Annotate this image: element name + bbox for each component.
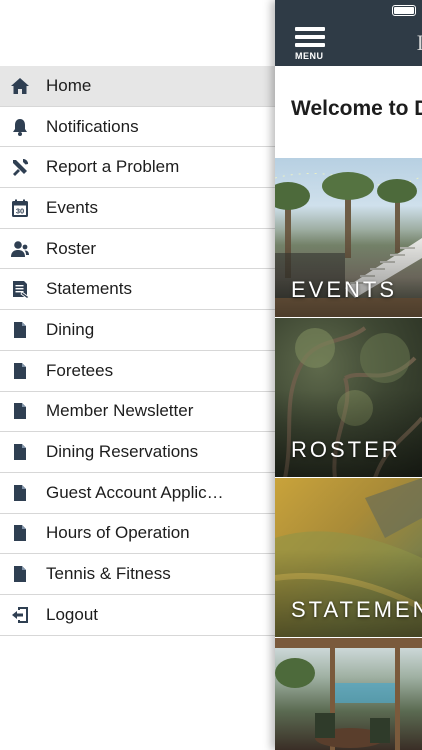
menu-item-label: Roster (46, 238, 97, 258)
main-panel: MENU I Welcome to D EVENTS ROSTER STATEM… (275, 0, 422, 750)
calendar-day-text: 30 (16, 206, 24, 215)
side-menu: Home Notifications Report a Problem 30 E… (0, 0, 275, 750)
menu-item-dining[interactable]: Dining (0, 310, 275, 351)
menu-item-label: Guest Account Applic… (46, 482, 224, 502)
events-tile-label: EVENTS (291, 277, 398, 302)
menu-item-report-problem[interactable]: Report a Problem (0, 147, 275, 189)
document-icon (10, 320, 30, 340)
dining-tile[interactable] (275, 637, 422, 750)
hamburger-bar (295, 43, 325, 47)
statements-tile-label: STATEMEN (291, 597, 422, 622)
document-icon (10, 483, 30, 503)
menu-item-notifications[interactable]: Notifications (0, 106, 275, 148)
menu-button-label: MENU (295, 51, 324, 61)
menu-item-label: Events (46, 197, 98, 217)
people-icon (10, 239, 30, 259)
menu-item-label: Home (46, 75, 92, 95)
menu-list: Home Notifications Report a Problem 30 E… (0, 66, 275, 636)
menu-item-tennis-fitness[interactable]: Tennis & Fitness (0, 554, 275, 595)
hamburger-icon (295, 27, 325, 31)
statements-tile[interactable]: STATEMEN (275, 477, 422, 637)
menu-item-events[interactable]: 30 Events (0, 188, 275, 229)
events-tile[interactable]: EVENTS (275, 157, 422, 317)
battery-icon (392, 5, 416, 16)
menu-item-label: Notifications (46, 116, 139, 136)
menu-item-logout[interactable]: Logout (0, 594, 275, 636)
menu-item-guest-account[interactable]: Guest Account Applic… (0, 472, 275, 514)
hamburger-bar (295, 35, 325, 39)
menu-item-label: Foretees (46, 360, 114, 380)
document-icon (10, 564, 30, 584)
top-bar: MENU I (275, 0, 422, 66)
menu-item-label: Member Newsletter (46, 401, 194, 421)
menu-item-foretees[interactable]: Foretees (0, 350, 275, 392)
calendar-icon: 30 (10, 198, 30, 218)
menu-item-statements[interactable]: Statements (0, 269, 275, 311)
menu-button[interactable]: MENU (291, 25, 331, 61)
menu-item-roster[interactable]: Roster (0, 228, 275, 270)
menu-item-label: Logout (46, 604, 98, 624)
logout-icon (10, 605, 30, 625)
roster-tile-label: ROSTER (291, 437, 401, 462)
document-icon (10, 401, 30, 421)
document-icon (10, 523, 30, 543)
statement-icon (10, 279, 30, 300)
menu-item-member-newsletter[interactable]: Member Newsletter (0, 391, 275, 433)
menu-item-label: Statements (46, 279, 132, 299)
menu-item-label: Dining Reservations (46, 442, 199, 462)
menu-item-label: Dining (46, 319, 95, 339)
document-icon (10, 361, 30, 381)
roster-tile[interactable]: ROSTER (275, 317, 422, 477)
tools-icon (10, 157, 30, 177)
home-icon (10, 76, 30, 96)
menu-item-label: Report a Problem (46, 157, 180, 177)
welcome-heading: Welcome to D (291, 97, 422, 120)
bell-icon (10, 117, 30, 137)
club-logo: I (416, 30, 422, 55)
document-icon (10, 442, 30, 462)
menu-item-label: Tennis & Fitness (46, 564, 171, 584)
menu-item-label: Hours of Operation (46, 523, 190, 543)
menu-item-home[interactable]: Home (0, 66, 275, 107)
menu-item-hours-of-operation[interactable]: Hours of Operation (0, 513, 275, 555)
menu-item-dining-reservations[interactable]: Dining Reservations (0, 432, 275, 473)
dining-photo (275, 638, 422, 750)
